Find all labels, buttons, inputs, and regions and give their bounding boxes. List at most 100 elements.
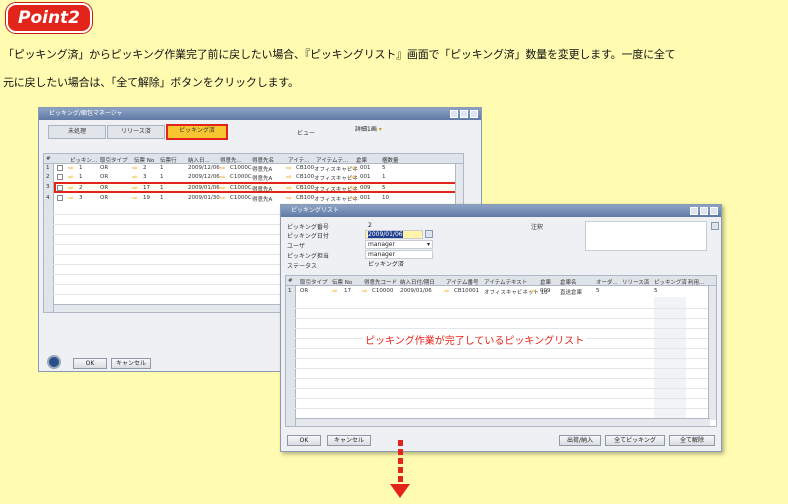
table-row[interactable]: 1 ⇨ 1 OR ⇨ 2 1 2009/12/06 ⇨ C1000C 得意先A … [44,164,463,173]
col-header[interactable]: 得意先コード [364,278,397,286]
link-arrow-icon[interactable]: ⇨ [350,184,356,192]
link-arrow-icon[interactable]: ⇨ [286,194,292,202]
col-header[interactable]: 得意先... [220,156,242,164]
navigation-circle-icon[interactable] [47,355,61,369]
close-icon[interactable] [710,207,718,215]
dropdown-arrow-icon: ▾ [426,241,430,248]
col-header[interactable]: オーダ... [596,278,618,286]
col-header[interactable]: ピッキング済 [654,278,687,286]
cell-cust: C1000C [230,185,252,191]
remarks-scroll-icon[interactable] [711,222,719,230]
manager-cancel-button[interactable]: キャンセル [111,358,151,369]
picklist-horizontal-scrollbar[interactable] [296,418,710,426]
table-row[interactable]: 4 ⇨ 3 OR ⇨ 19 1 2009/01/30 ⇨ C1000C 得意先A… [44,194,463,203]
manager-horizontal-scrollbar[interactable] [54,304,284,312]
link-arrow-icon[interactable]: ⇨ [68,173,74,181]
release-all-button[interactable]: 全て解除 [669,435,715,446]
col-header[interactable]: 倉庫 [356,156,367,164]
link-arrow-icon[interactable]: ⇨ [68,164,74,172]
col-header[interactable]: 利用... [688,278,704,286]
cell-cname: 得意先A [252,167,273,173]
field-remarks[interactable] [585,221,707,251]
link-arrow-icon[interactable]: ⇨ [132,164,138,172]
col-header[interactable]: 取引タイプ [300,278,328,286]
link-arrow-icon[interactable]: ⇨ [350,194,356,202]
calendar-icon[interactable] [425,230,433,238]
maximize-icon[interactable] [700,207,708,215]
link-arrow-icon[interactable]: ⇨ [220,164,226,172]
cell-type: OR [100,165,109,171]
col-header[interactable]: アイテム番号 [446,278,478,286]
col-header[interactable]: ピッキン... [70,156,97,164]
link-arrow-icon[interactable]: ⇨ [132,194,138,202]
col-header[interactable]: 納入日付/期日 [400,278,435,286]
tab-released[interactable]: リリース済 [107,125,165,139]
link-arrow-icon[interactable]: ⇨ [132,184,138,192]
table-row-highlighted[interactable]: ⇨ 2 OR ⇨ 17 1 2009/01/06 ⇨ C1000C 得意先A ⇨… [54,182,463,193]
link-arrow-icon[interactable]: ⇨ [68,184,74,192]
col-header[interactable]: アイテ... [288,156,309,164]
col-header[interactable]: 倉庫 [540,278,551,286]
maximize-icon[interactable] [460,110,468,118]
manager-titlebar: ピッキング/梱包マネージャ [39,108,481,120]
manager-ok-button[interactable]: OK [73,358,107,369]
col-header[interactable]: アイテムテ... [316,156,348,164]
col-header[interactable]: アイテムテキスト [484,278,527,286]
link-arrow-icon[interactable]: ⇨ [286,184,292,192]
table-row[interactable]: 2 ⇨ 1 OR ⇨ 3 1 2009/12/06 ⇨ C1000C 得意先A … [44,173,463,182]
link-arrow-icon[interactable]: ⇨ [350,164,356,172]
col-header[interactable]: リリース済 [622,278,649,286]
row-checkbox[interactable] [57,174,63,180]
cell-itext: オフィスキャビネット 10 [484,290,548,296]
cell-cname: 得意先A [252,197,273,203]
col-header[interactable]: 得意先名 [252,156,274,164]
col-header[interactable]: 納入日... [188,156,210,164]
field-pick-number[interactable]: 2 [365,221,433,230]
link-arrow-icon[interactable]: ⇨ [68,194,74,202]
field-pick-date[interactable]: 2009/01/06 [365,230,423,239]
pick-all-button[interactable]: 全てピッキング [605,435,665,446]
picklist-ok-button[interactable]: OK [287,435,321,446]
row-checkbox[interactable] [57,195,63,201]
close-icon[interactable] [470,110,478,118]
link-arrow-icon[interactable]: ⇨ [530,287,536,295]
cell-type: OR [100,185,109,191]
col-header[interactable]: 伝票 No [332,278,352,286]
field-owner[interactable]: manager [365,250,433,259]
view-select[interactable]: 詳細1画 ▾ [353,126,407,135]
minimize-icon[interactable] [690,207,698,215]
link-arrow-icon[interactable]: ⇨ [350,173,356,181]
table-row[interactable]: 1 OR ⇨ 17 ⇨ C10000 2009/01/06 ⇨ CB10001 … [286,287,716,297]
view-label: ビュー [297,130,316,137]
col-header[interactable]: 取引タイプ [100,156,128,164]
link-arrow-icon[interactable]: ⇨ [286,173,292,181]
col-header[interactable]: 梱数量 [382,156,399,164]
inout-button[interactable]: 出荷/納入 [559,435,601,446]
link-arrow-icon[interactable]: ⇨ [220,194,226,202]
label-owner: ピッキング担当 [287,253,329,260]
link-arrow-icon[interactable]: ⇨ [444,287,450,295]
col-header: # [288,278,293,284]
link-arrow-icon[interactable]: ⇨ [362,287,368,295]
col-header[interactable]: 伝票行 [160,156,177,164]
link-arrow-icon[interactable]: ⇨ [220,173,226,181]
row-checkbox[interactable] [57,165,63,171]
cell-pick: 1 [79,174,83,180]
picklist-vertical-scrollbar[interactable] [708,286,716,420]
tab-unprocessed[interactable]: 未処理 [48,125,106,139]
tab-picked[interactable]: ピッキング済 [166,124,228,140]
picklist-grid: # 取引タイプ 伝票 No 得意先コード 納入日付/期日 アイテム番号 アイテム… [285,275,717,427]
picklist-cancel-button[interactable]: キャンセル [327,435,371,446]
link-arrow-icon[interactable]: ⇨ [220,184,226,192]
col-header[interactable]: 倉庫名 [560,278,577,286]
field-user[interactable]: manager ▾ [365,240,433,249]
link-arrow-icon[interactable]: ⇨ [332,287,338,295]
link-arrow-icon[interactable]: ⇨ [286,164,292,172]
field-pick-date-value: 2009/01/06 [368,231,403,238]
cell-picked[interactable]: 5 [654,288,686,296]
col-header[interactable]: 伝票 No [134,156,154,164]
row-checkbox[interactable] [57,185,63,191]
cell-wh: 001 [360,165,371,171]
minimize-icon[interactable] [450,110,458,118]
link-arrow-icon[interactable]: ⇨ [132,173,138,181]
